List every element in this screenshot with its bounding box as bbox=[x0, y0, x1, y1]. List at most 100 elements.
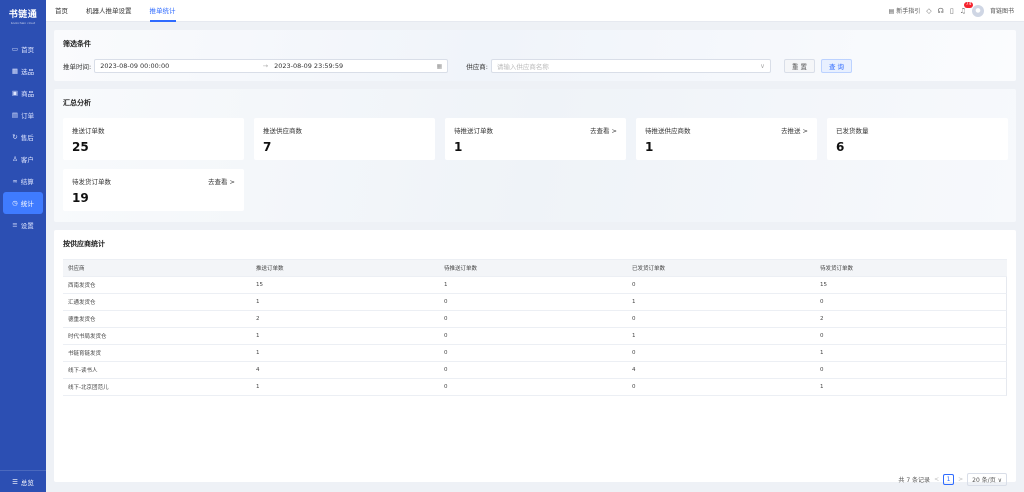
filter-title: 筛选条件 bbox=[63, 40, 91, 48]
stat-value: 19 bbox=[72, 191, 89, 205]
app-logo[interactable]: 书链通 bookchain cloud bbox=[0, 0, 46, 32]
column-header: 供应商 bbox=[68, 266, 85, 272]
stat-label: 推送供应商数 bbox=[263, 127, 302, 135]
main-content: 筛选条件 推单时间: 2023-08-09 00:00:00 → 2023-08… bbox=[54, 30, 1016, 490]
table-title: 按供应商统计 bbox=[63, 240, 105, 248]
table-cell: 汇通发货仓 bbox=[68, 300, 96, 306]
sidebar-item-label: 选品 bbox=[21, 68, 35, 76]
sidebar-item-5[interactable]: ♙ 客户 bbox=[3, 148, 43, 170]
stat-label: 推送订单数 bbox=[72, 127, 105, 135]
monitor-icon: ▭ bbox=[11, 45, 19, 53]
link-icon: ∞ bbox=[12, 177, 18, 185]
table-cell: 0 bbox=[632, 350, 636, 356]
table-cell: 2 bbox=[820, 316, 824, 322]
supplier-select[interactable]: 请输入供应商名称 ∨ bbox=[490, 59, 771, 73]
menu-icon: ☰ bbox=[12, 477, 18, 486]
date-range-picker[interactable]: 2023-08-09 00:00:00 → 2023-08-09 23:59:5… bbox=[94, 59, 449, 73]
logo-subtext: bookchain cloud bbox=[10, 21, 36, 25]
table-cell: 时代书局发货仓 bbox=[68, 334, 107, 340]
stat-card: 推送订单数 25 bbox=[63, 118, 244, 160]
sidebar-item-6[interactable]: ∞ 结算 bbox=[3, 170, 43, 192]
tab-home[interactable]: 首页 bbox=[46, 0, 77, 22]
guide-label: 新手指引 bbox=[896, 8, 921, 15]
column-header: 待发货订单数 bbox=[820, 266, 854, 272]
sidebar-item-label: 订单 bbox=[21, 112, 35, 120]
table-cell: 0 bbox=[444, 299, 448, 305]
bell-icon[interactable]: ♫ 74 bbox=[960, 1, 974, 15]
sidebar-overview-label: 总览 bbox=[20, 478, 34, 487]
sidebar-item-label: 设置 bbox=[20, 222, 34, 230]
total-records: 共 7 条记录 bbox=[898, 477, 931, 484]
reset-button[interactable]: 重 置 bbox=[783, 59, 815, 73]
stat-link[interactable]: 去查看 > bbox=[208, 176, 235, 186]
table-cell: 1 bbox=[256, 333, 260, 339]
sidebar-item-3[interactable]: ▤ 订单 bbox=[3, 104, 43, 126]
table-cell: 1 bbox=[820, 350, 824, 356]
sidebar-item-label: 商品 bbox=[21, 90, 35, 98]
page-number-button[interactable]: 1 bbox=[943, 474, 955, 485]
stat-value: 6 bbox=[836, 140, 845, 154]
table-cell: 15 bbox=[820, 282, 827, 288]
stat-card: 推送供应商数 7 bbox=[254, 118, 435, 160]
clock-icon: ◷ bbox=[12, 199, 18, 207]
table-cell: 1 bbox=[256, 350, 260, 356]
table-row: 线下-读书人 4 0 4 0 bbox=[63, 362, 1007, 379]
guide-link[interactable]: ▤ 新手指引 bbox=[889, 6, 921, 15]
prev-page-button[interactable]: < bbox=[934, 476, 939, 483]
table-cell: 线下-读书人 bbox=[68, 368, 98, 374]
table-cell: 1 bbox=[820, 384, 824, 390]
table-cell: 0 bbox=[444, 367, 448, 373]
top-bar: 首页 机器人推单设置 推单统计 ▤ 新手指引 ◇ ☊ ▯ ♫ 74 ● 育链图书 bbox=[46, 0, 1024, 22]
sidebar: 书链通 bookchain cloud ▭ 首页 ▦ 选品 ▣ 商品 ▤ 订单 ↻ 售后 ♙ 客户 ∞ 结… bbox=[0, 0, 46, 492]
table-cell: 4 bbox=[256, 367, 260, 373]
sidebar-item-2[interactable]: ▣ 商品 bbox=[3, 82, 43, 104]
sidebar-item-label: 售后 bbox=[20, 134, 34, 142]
table-cell: 1 bbox=[632, 333, 636, 339]
calendar-icon: ▦ bbox=[436, 62, 443, 70]
next-page-button[interactable]: > bbox=[958, 476, 963, 483]
logo-text: 书链通 bbox=[8, 10, 38, 20]
stat-link[interactable]: 去推送 > bbox=[781, 125, 808, 135]
table-cell: 0 bbox=[444, 350, 448, 356]
settings-icon: ≡ bbox=[12, 221, 18, 229]
sidebar-item-8[interactable]: ≡ 设置 bbox=[3, 214, 43, 236]
table-cell: 0 bbox=[820, 367, 824, 373]
table-cell: 西南发货仓 bbox=[68, 283, 96, 289]
phone-icon[interactable]: ▯ bbox=[950, 7, 954, 15]
sidebar-item-7[interactable]: ◷ 统计 bbox=[3, 192, 43, 214]
stat-label: 已发货数量 bbox=[836, 127, 869, 135]
stat-link[interactable]: 去查看 > bbox=[590, 125, 617, 135]
tab-robot-settings[interactable]: 机器人推单设置 bbox=[77, 0, 141, 22]
table-cell: 0 bbox=[632, 384, 636, 390]
sidebar-item-4[interactable]: ↻ 售后 bbox=[3, 126, 43, 148]
query-button[interactable]: 查 询 bbox=[820, 59, 853, 73]
headset-icon[interactable]: ☊ bbox=[938, 7, 944, 15]
username[interactable]: 育链图书 bbox=[990, 6, 1014, 15]
table-cell: 1 bbox=[632, 299, 636, 305]
diamond-icon[interactable]: ◇ bbox=[926, 7, 931, 15]
table-cell: 15 bbox=[256, 282, 263, 288]
stat-card: 已发货数量 6 bbox=[827, 118, 1008, 160]
chevron-down-icon: ∨ bbox=[760, 62, 765, 70]
table-cell: 0 bbox=[444, 333, 448, 339]
filter-panel: 筛选条件 推单时间: 2023-08-09 00:00:00 → 2023-08… bbox=[54, 30, 1016, 81]
table-row: 德重发货仓 2 0 0 2 bbox=[63, 311, 1007, 328]
push-time-label: 推单时间: bbox=[63, 63, 92, 71]
column-header: 待推送订单数 bbox=[444, 266, 478, 272]
stat-card: 待发货订单数 19 去查看 > bbox=[63, 169, 244, 211]
stat-card: 待推送订单数 1 去查看 > bbox=[445, 118, 626, 160]
sidebar-item-0[interactable]: ▭ 首页 bbox=[3, 38, 43, 60]
sidebar-nav: ▭ 首页 ▦ 选品 ▣ 商品 ▤ 订单 ↻ 售后 ♙ 客户 ∞ 结算 ◷ 统计 ≡ 设置 bbox=[0, 38, 46, 236]
page-size-select[interactable]: 20 条/页 ∨ bbox=[967, 473, 1007, 486]
table-cell: 0 bbox=[444, 384, 448, 390]
avatar[interactable]: ● bbox=[971, 4, 984, 17]
top-right-tools: ▤ 新手指引 ◇ ☊ ▯ ♫ 74 ● 育链图书 bbox=[889, 1, 1024, 17]
tab-push-stats[interactable]: 推单统计 bbox=[141, 0, 185, 22]
refresh-icon: ↻ bbox=[12, 133, 18, 141]
sidebar-item-1[interactable]: ▦ 选品 bbox=[3, 60, 43, 82]
sidebar-overview-button[interactable]: ☰ 总览 bbox=[0, 470, 46, 492]
range-separator: → bbox=[262, 62, 269, 70]
start-date-value: 2023-08-09 00:00:00 bbox=[100, 62, 170, 70]
end-date-value: 2023-08-09 23:59:59 bbox=[274, 62, 344, 70]
box-icon: ▣ bbox=[11, 89, 19, 97]
